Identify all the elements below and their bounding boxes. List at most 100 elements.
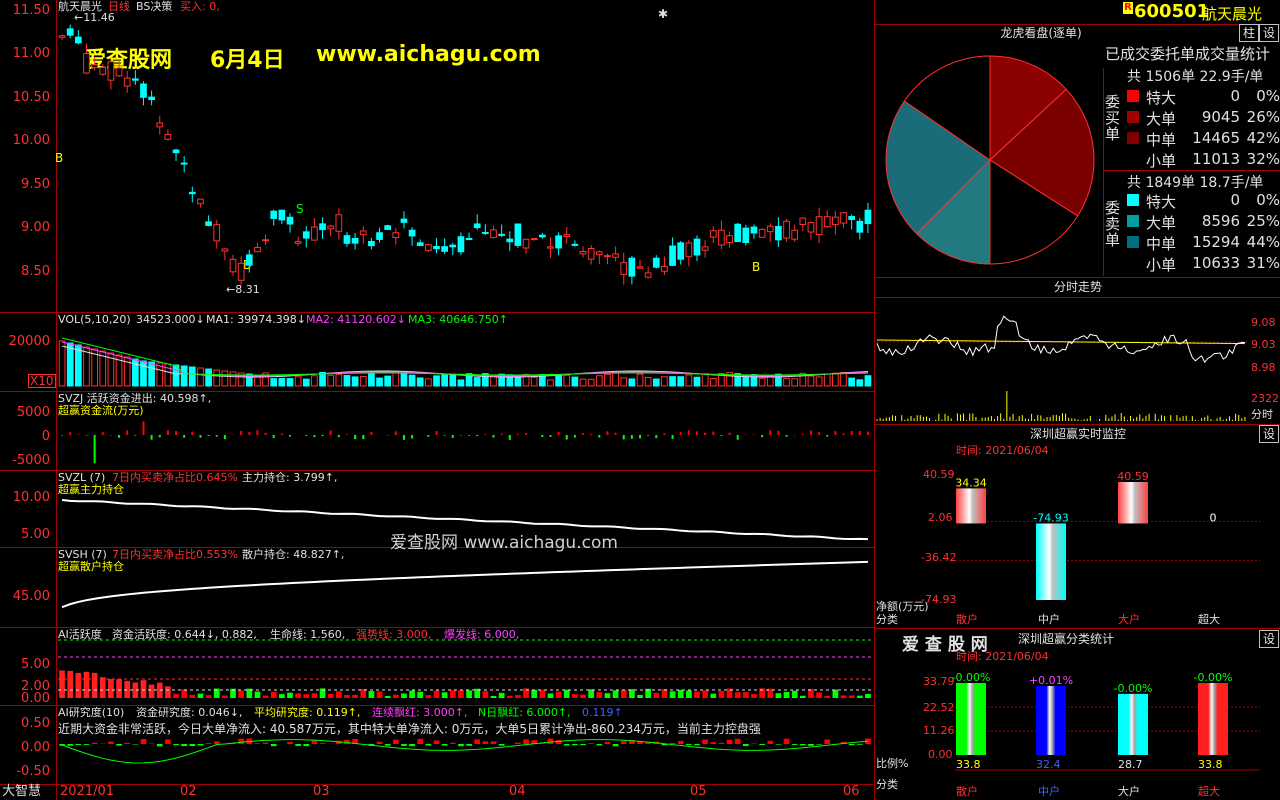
fund-flow-bar: [223, 435, 226, 440]
volume-bar: [709, 378, 717, 387]
fund-flow-bar: [134, 435, 137, 436]
research-bar: [856, 744, 863, 745]
activity-bar: [677, 689, 684, 698]
activity-bar: [498, 692, 505, 698]
candle-body: [83, 53, 90, 74]
research-bar: [759, 744, 765, 745]
dragon-title: 龙虎看盘(逐单): [1000, 26, 1082, 40]
classify-settings-button[interactable]: 设: [1259, 630, 1279, 648]
fund-flow-bar: [525, 433, 528, 435]
activity-bar: [254, 691, 261, 698]
fund-flow-bar: [158, 435, 161, 438]
candle-body: [408, 229, 416, 237]
activity-bar: [392, 694, 399, 698]
volume-bar: [620, 377, 628, 387]
research-bar: [181, 744, 188, 747]
bar-toggle-button[interactable]: 柱: [1239, 24, 1259, 42]
research-bar: [718, 742, 725, 744]
ai-life-line: 生命线: 1.560,: [270, 628, 346, 641]
sell-row-value: 15294: [1192, 233, 1240, 251]
svsh-axis-label: 45.00: [12, 589, 50, 604]
candle-body: [400, 218, 408, 223]
activity-bar: [840, 695, 847, 698]
research-bar: [604, 741, 611, 744]
fund-flow-bar: [541, 435, 544, 438]
fund-flow-bar: [264, 432, 267, 435]
activity-bar: [816, 692, 822, 698]
activity-bar: [848, 695, 855, 698]
candle-body: [294, 241, 302, 244]
activity-bar: [531, 689, 538, 698]
candle-body: [131, 78, 139, 81]
sell-row-label: 特大: [1146, 193, 1177, 211]
candle-body: [726, 235, 733, 244]
fund-flow-bar: [761, 435, 764, 438]
research-bar: [124, 742, 131, 744]
buy-row-pct: 42%: [1246, 129, 1280, 147]
research-bar: [596, 744, 603, 746]
retail-hold-line: [61, 560, 868, 609]
svsh-subtitle: 超赢散户持仓: [58, 560, 124, 573]
research-bar: [742, 744, 749, 747]
sell-row-label: 中单: [1146, 235, 1177, 253]
candle-body: [172, 149, 180, 154]
volume-bar: [571, 376, 579, 387]
classify-category: 中户: [1038, 785, 1060, 798]
monitor-settings-button[interactable]: 设: [1259, 425, 1279, 443]
activity-bar: [75, 672, 82, 698]
volume-bar: [302, 378, 310, 387]
research-bar: [376, 741, 383, 744]
activity-bar: [344, 695, 350, 698]
intraday-axis-label: 9.03: [1251, 338, 1276, 351]
svzl-axis-label: 10.00: [12, 490, 50, 505]
ai-active-axis-label: 5.00: [21, 657, 50, 672]
volume-bar: [791, 378, 799, 387]
research-bar: [197, 744, 204, 746]
volume-bar: [669, 376, 676, 387]
activity-bar: [694, 691, 700, 698]
candle-body: [815, 216, 823, 236]
fund-flow-bar: [720, 435, 723, 436]
activity-bar: [425, 695, 432, 698]
buy-row-pct: 0%: [1256, 87, 1280, 105]
activity-bar: [368, 691, 375, 698]
candle-body: [115, 67, 123, 77]
volume-bar: [368, 371, 375, 387]
research-bar: [254, 743, 261, 744]
fund-flow-bar: [582, 433, 585, 435]
research-bar: [799, 744, 806, 746]
fund-flow-bar: [207, 435, 210, 436]
research-bar: [767, 740, 774, 744]
research-bar: [677, 740, 684, 744]
ai-research-streak: 连续飘红: 3.000↑,: [372, 706, 468, 719]
candle-body: [327, 225, 335, 230]
fund-flow-bar: [126, 430, 129, 435]
candle-body: [685, 242, 693, 258]
fund-flow-bar: [402, 435, 405, 440]
volume-bar: [351, 376, 359, 387]
activity-bar: [376, 691, 383, 698]
candle-body: [457, 236, 465, 253]
research-bar: [563, 744, 570, 746]
stock-name: 航天晨光: [1202, 5, 1263, 23]
sell-color-swatch: [1127, 194, 1139, 206]
fund-flow-bar: [394, 431, 397, 435]
fund-flow-bar: [565, 435, 568, 440]
fund-flow-bar: [573, 435, 576, 438]
volume-bar: [221, 370, 229, 387]
fund-flow-bar: [728, 432, 731, 435]
fund-flow-bar: [826, 435, 829, 437]
fund-flow-bar: [809, 430, 812, 435]
fund-flow-bar: [362, 435, 365, 440]
settings-button[interactable]: 设: [1259, 24, 1279, 42]
research-bar: [287, 741, 293, 744]
x-axis-label: 03: [313, 784, 330, 799]
fund-flow-bar: [77, 434, 80, 435]
main-chart-area[interactable]: 11.50 11.00 10.50 10.00 9.50 9.00 8.50 航…: [0, 0, 875, 800]
fund-flow-bar: [606, 431, 609, 435]
monitor-axis-label: 40.59: [923, 468, 955, 481]
sell-color-swatch: [1127, 257, 1139, 269]
research-bar: [694, 744, 700, 746]
activity-bar: [124, 680, 131, 698]
activity-bar: [515, 695, 521, 698]
